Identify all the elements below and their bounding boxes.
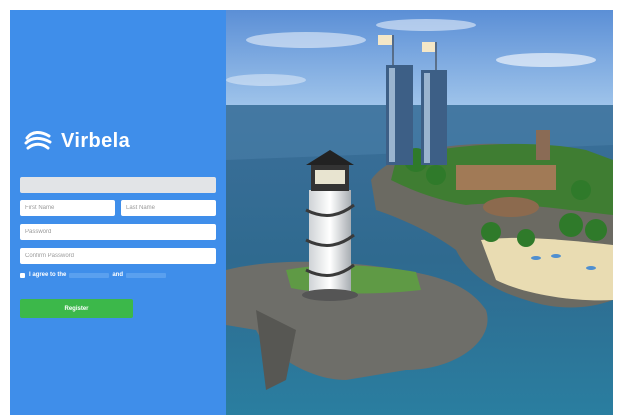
signup-screen: Virbela I agree to the and Register: [10, 10, 613, 415]
terms-agreement: I agree to the and: [20, 272, 169, 278]
virbela-logo-icon: [24, 131, 52, 150]
confirm-password-input[interactable]: [20, 248, 216, 264]
privacy-link[interactable]: [126, 272, 167, 278]
top-field[interactable]: [20, 177, 216, 193]
first-name-input[interactable]: [20, 200, 115, 216]
terms-link[interactable]: [69, 272, 110, 278]
agree-and-label: and: [112, 272, 124, 278]
agree-prefix-label: I agree to the: [29, 272, 67, 278]
password-input[interactable]: [20, 224, 216, 240]
brand-name: Virbela: [61, 129, 131, 152]
terms-checkbox[interactable]: [20, 272, 25, 278]
island-scene-image: [226, 10, 613, 415]
registration-panel: Virbela I agree to the and Register: [10, 10, 226, 415]
register-button[interactable]: Register: [20, 299, 133, 318]
brand-logo: Virbela: [23, 126, 130, 156]
last-name-input[interactable]: [121, 200, 216, 216]
